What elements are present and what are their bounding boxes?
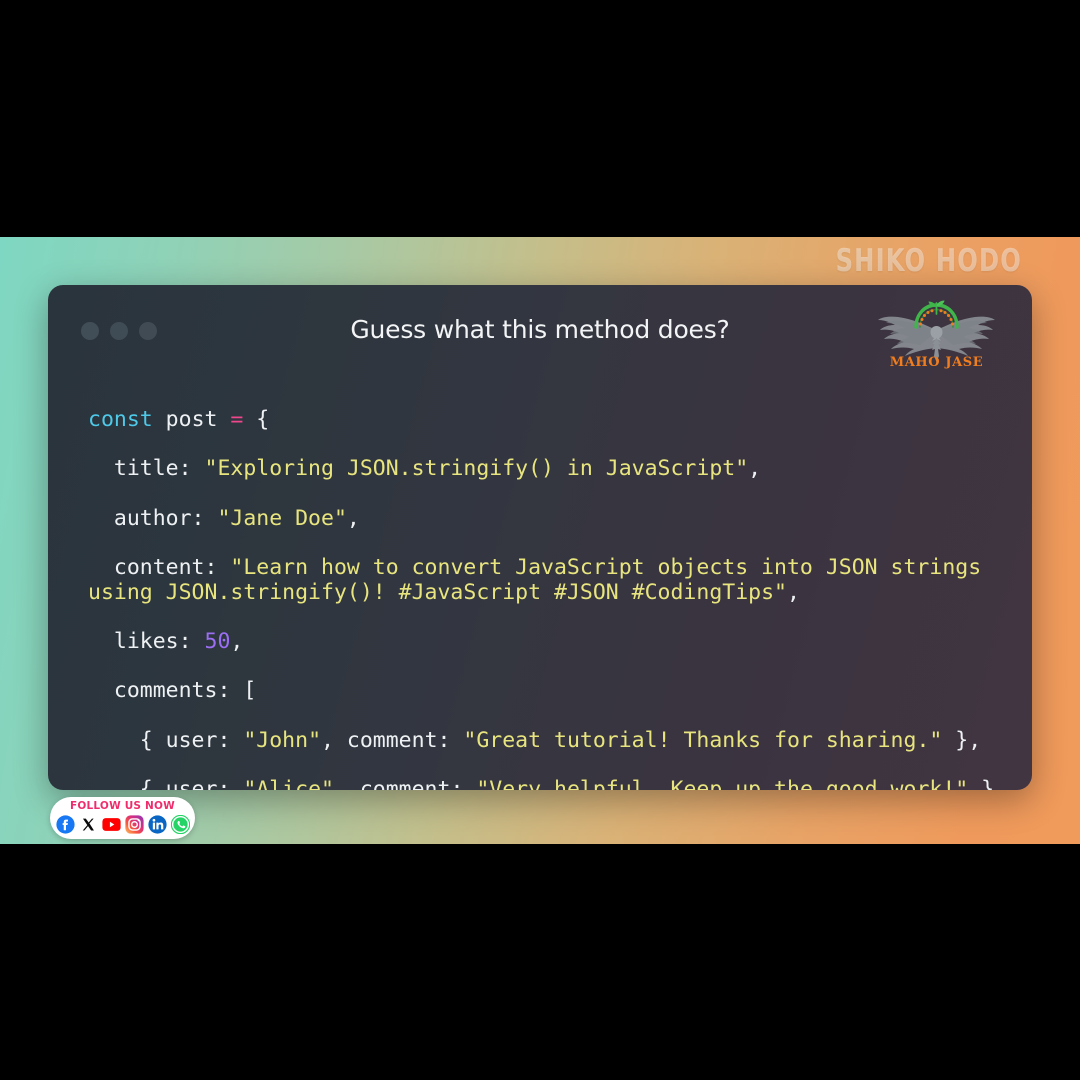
token-keyword: const [88, 406, 153, 432]
token-string: "John" [243, 727, 322, 753]
token-string: "Great tutorial! Thanks for sharing." [463, 727, 943, 753]
token-string: "Exploring JSON.stringify() in JavaScrip… [204, 456, 749, 482]
follow-us-badge: FOLLOW US NOW [50, 797, 195, 839]
token-operator: = [230, 406, 244, 432]
code-line-2: title: "Exploring JSON.stringify() in Ja… [88, 456, 762, 482]
x-twitter-icon[interactable] [78, 815, 98, 834]
token-number: 50 [204, 629, 231, 655]
whatsapp-icon[interactable] [170, 815, 190, 834]
code-line-8: { user: "Alice", comment: "Very helpful.… [88, 777, 1018, 790]
social-links-row [50, 815, 195, 834]
token-string: "Alice" [243, 777, 334, 790]
linkedin-icon[interactable] [147, 815, 167, 834]
facebook-icon[interactable] [55, 815, 75, 834]
code-line-6: comments: [ [88, 678, 257, 704]
brand-logo: MAHO JASE [874, 300, 999, 370]
code-window-header: Guess what this method does? MAHO JASE [48, 285, 1032, 375]
eagle-wings-icon [878, 300, 995, 362]
instagram-icon[interactable] [124, 815, 144, 834]
follow-us-label: FOLLOW US NOW [70, 800, 175, 812]
code-line-3: author: "Jane Doe", [88, 505, 360, 531]
code-window-card: Guess what this method does? MAHO JASE c… [48, 285, 1032, 790]
code-block: const post = { title: "Exploring JSON.st… [88, 383, 1018, 790]
post-canvas: SHIKO HODO Guess what this method does? [0, 0, 1080, 1080]
token-string: "Very helpful. Keep up the good work!" [476, 777, 969, 790]
code-line-7: { user: "John", comment: "Great tutorial… [88, 727, 982, 753]
youtube-icon[interactable] [101, 815, 121, 834]
code-line-1: const post = { [88, 406, 270, 432]
code-line-5: likes: 50, [88, 629, 244, 655]
watermark-text: SHIKO HODO [835, 243, 1022, 279]
code-line-4: content: "Learn how to convert JavaScrip… [88, 554, 995, 605]
token-string: "Jane Doe" [217, 505, 347, 531]
brand-logo-name: MAHO JASE [890, 355, 984, 370]
